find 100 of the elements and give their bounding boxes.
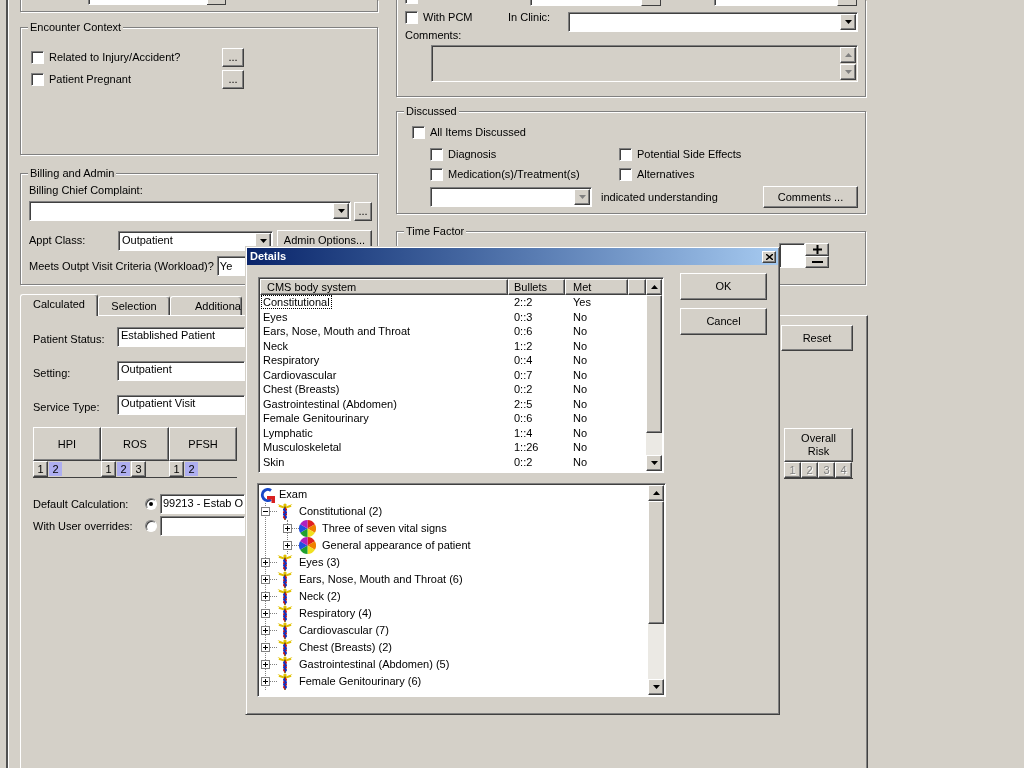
caduceus-icon bbox=[277, 503, 293, 520]
ok-button[interactable]: OK bbox=[680, 273, 767, 300]
close-button[interactable] bbox=[762, 250, 776, 263]
comments-button[interactable]: Comments ... bbox=[763, 186, 858, 208]
checkbox[interactable] bbox=[412, 126, 425, 139]
caduceus-icon bbox=[277, 622, 293, 639]
checkbox[interactable] bbox=[430, 148, 443, 161]
met-status: Yes bbox=[573, 296, 591, 309]
level-cell[interactable]: 1 bbox=[33, 461, 48, 477]
field-button[interactable] bbox=[837, 0, 857, 6]
expand-icon[interactable] bbox=[283, 524, 292, 533]
ellipsis-button[interactable]: ... bbox=[222, 47, 244, 67]
body-system-name[interactable]: Female Genitourinary bbox=[261, 411, 371, 426]
tab[interactable]: Calculated bbox=[20, 294, 98, 316]
tree-item-label[interactable]: General appearance of patient bbox=[322, 539, 471, 552]
column-header[interactable] bbox=[628, 279, 646, 295]
met-status: No bbox=[573, 325, 588, 338]
checkbox[interactable] bbox=[619, 148, 632, 161]
tree-item-label[interactable]: Female Genitourinary (6) bbox=[299, 675, 422, 688]
body-system-name[interactable]: Chest (Breasts) bbox=[261, 382, 342, 397]
column-header[interactable]: Bullets bbox=[508, 279, 565, 295]
level-cell[interactable]: 1 bbox=[101, 461, 116, 477]
body-system-name[interactable]: Respiratory bbox=[261, 353, 322, 368]
collapse-icon[interactable] bbox=[261, 507, 270, 516]
tab[interactable]: Additiona bbox=[170, 296, 242, 315]
expand-icon[interactable] bbox=[261, 575, 270, 584]
tree-item-label[interactable]: Neck (2) bbox=[299, 590, 341, 603]
level-cell[interactable]: 2 bbox=[48, 461, 63, 477]
tree-item-label[interactable]: Three of seven vital signs bbox=[322, 522, 447, 535]
text-field[interactable]: Outpatient Visit bbox=[117, 395, 245, 415]
body-system-name[interactable]: Constitutional bbox=[261, 295, 332, 310]
level-cell[interactable]: 1 bbox=[169, 461, 184, 477]
checkbox[interactable] bbox=[619, 168, 632, 181]
increase-button[interactable] bbox=[805, 243, 829, 256]
tree-item-label[interactable]: Ears, Nose, Mouth and Throat (6) bbox=[299, 573, 463, 586]
expand-icon[interactable] bbox=[261, 677, 270, 686]
level-cell[interactable]: 3 bbox=[131, 461, 146, 477]
tree-item-label[interactable]: Constitutional (2) bbox=[299, 505, 383, 518]
caduceus-icon bbox=[277, 639, 293, 656]
dropdown-arrow-button[interactable] bbox=[207, 0, 226, 5]
ellipsis-button[interactable]: ... bbox=[354, 201, 372, 221]
scrollbar[interactable] bbox=[648, 485, 664, 695]
tree-item-label[interactable]: Cardiovascular (7) bbox=[299, 624, 389, 637]
body-system-name[interactable]: Skin bbox=[261, 454, 287, 469]
text-field[interactable]: 99213 - Estab O bbox=[160, 494, 245, 514]
level-cell[interactable]: 2 bbox=[116, 461, 131, 477]
dropdown[interactable] bbox=[568, 12, 858, 32]
checkbox[interactable] bbox=[31, 72, 44, 86]
scroll-down-button[interactable] bbox=[648, 679, 664, 695]
tree-item-label[interactable]: Eyes (3) bbox=[299, 556, 340, 569]
expand-icon[interactable] bbox=[261, 643, 270, 652]
tree-item-label[interactable]: Chest (Breasts) (2) bbox=[299, 641, 392, 654]
radio-button[interactable] bbox=[145, 520, 157, 532]
scroll-up-button[interactable] bbox=[646, 279, 662, 295]
tree-item-label[interactable]: Gastrointestinal (Abdomen) (5) bbox=[299, 658, 450, 671]
expand-icon[interactable] bbox=[261, 609, 270, 618]
reset-button[interactable]: Reset bbox=[781, 325, 853, 351]
dropdown[interactable] bbox=[29, 201, 351, 221]
body-system-name[interactable]: Eyes bbox=[261, 309, 290, 324]
text-field[interactable]: Established Patient bbox=[117, 327, 245, 347]
column-header: ROS bbox=[101, 427, 169, 461]
expand-icon[interactable] bbox=[261, 558, 270, 567]
dropdown-field[interactable]: Ye bbox=[216, 256, 246, 276]
scroll-thumb[interactable] bbox=[646, 295, 662, 433]
text-field[interactable] bbox=[160, 516, 245, 536]
checkbox[interactable] bbox=[31, 50, 44, 64]
checkbox[interactable] bbox=[405, 11, 418, 24]
cancel-button[interactable]: Cancel bbox=[680, 308, 767, 335]
expand-icon[interactable] bbox=[261, 626, 270, 635]
scroll-thumb[interactable] bbox=[648, 501, 664, 624]
column-header[interactable]: Met bbox=[565, 279, 628, 295]
level-cell[interactable]: 2 bbox=[184, 461, 199, 477]
decrease-button[interactable] bbox=[805, 256, 829, 268]
body-system-name[interactable]: Ears, Nose, Mouth and Throat bbox=[261, 324, 413, 339]
expand-icon[interactable] bbox=[261, 660, 270, 669]
tree-item-label[interactable]: Exam bbox=[279, 488, 308, 501]
bullet-count: 2::2 bbox=[514, 296, 533, 309]
tab[interactable]: Selection bbox=[98, 296, 170, 315]
dropdown[interactable]: Outpatient bbox=[118, 230, 273, 251]
text-field[interactable] bbox=[779, 243, 805, 268]
ellipsis-button[interactable]: ... bbox=[222, 69, 244, 89]
text-field[interactable]: Outpatient bbox=[117, 361, 245, 381]
body-system-name[interactable]: Lymphatic bbox=[261, 425, 315, 440]
met-status: No bbox=[573, 412, 588, 425]
expand-icon[interactable] bbox=[261, 592, 270, 601]
dropdown-field[interactable] bbox=[88, 0, 207, 5]
checkbox-label: Diagnosis bbox=[448, 148, 497, 161]
expand-icon[interactable] bbox=[283, 541, 292, 550]
tree-item-label[interactable]: Respiratory (4) bbox=[299, 607, 372, 620]
scroll-up-button[interactable] bbox=[648, 485, 664, 501]
body-system-name[interactable]: Cardiovascular bbox=[261, 367, 339, 382]
scrollbar[interactable] bbox=[646, 279, 662, 471]
radio-button[interactable] bbox=[145, 498, 157, 510]
scroll-down-button[interactable] bbox=[646, 455, 662, 471]
field-button[interactable] bbox=[641, 0, 661, 6]
column-header[interactable]: CMS body system bbox=[260, 279, 508, 295]
body-system-name[interactable]: Gastrointestinal (Abdomen) bbox=[261, 396, 399, 411]
body-system-name[interactable]: Musculoskeletal bbox=[261, 440, 344, 455]
body-system-name[interactable]: Neck bbox=[261, 338, 291, 353]
checkbox[interactable] bbox=[430, 168, 443, 181]
